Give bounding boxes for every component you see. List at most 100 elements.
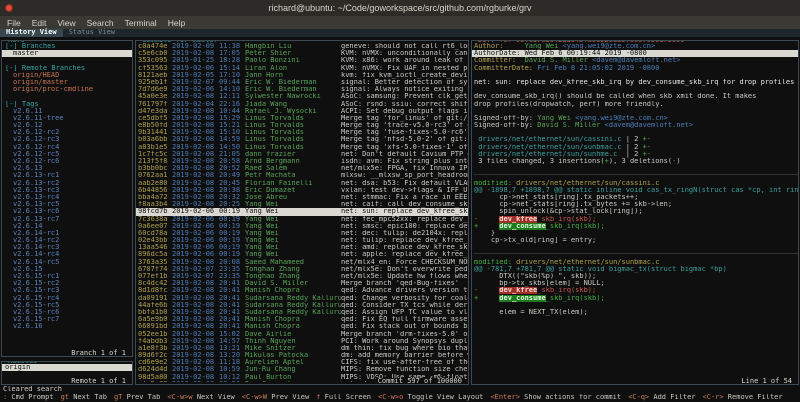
commit-row[interactable]: 7d7d6e92019-02-0614:10Eric W. Biedermans…	[136, 86, 468, 93]
help-binding[interactable]: <C-w>W Prev View	[242, 394, 309, 402]
ref-row[interactable]: v2.6.12-rc2	[2, 129, 132, 136]
ref-row[interactable]: v2.6.13-rc2	[2, 180, 132, 187]
commit-row[interactable]: 1c7fc5c2019-02-0821:05dann fraziernet: D…	[136, 151, 468, 158]
commit-row[interactable]: 98fcd7b2019-02-0600:19Yang Weinet: sun: …	[136, 208, 468, 215]
menu-file[interactable]: File	[7, 18, 21, 28]
tab-history-view[interactable]: History View	[0, 29, 63, 37]
ref-row[interactable]: v2.6.12	[2, 122, 132, 129]
help-binding[interactable]: <Enter> Show actions for commit	[490, 394, 621, 402]
commit-row[interactable]: 052ee1b2019-02-0815:02Dave AirlieMerge b…	[136, 331, 468, 338]
ref-row[interactable]: v2.6.11	[2, 108, 132, 115]
commit-row[interactable]: 45a0e3e2019-02-0812:11Sylwester Nawrocki…	[136, 93, 468, 100]
ref-row[interactable]: v2.6.16	[2, 323, 132, 330]
commit-row[interactable]: aab2e802019-02-0820:45Florian Fainelline…	[136, 180, 468, 187]
commit-row[interactable]: 8d1d8fc2019-02-0820:41Manish Chopraqed: …	[136, 287, 468, 294]
commit-row[interactable]: 8121aeb2019-02-0517:10Jann Hornkvm: fix …	[136, 72, 468, 79]
commit-row[interactable]: d47e3da2019-02-0810:44Rafael J. WysockiA…	[136, 108, 468, 115]
commit-row[interactable]: 89d6f2c2019-02-0813:20Mikulas Patockadm:…	[136, 352, 468, 359]
ref-row[interactable]: v2.6.15-rc6	[2, 309, 132, 316]
ref-row[interactable]: v2.6.14-rc4	[2, 251, 132, 258]
commit-row[interactable]: 6b448562019-02-0820:38Eric Dumazetvxlan:…	[136, 187, 468, 194]
ref-row[interactable]: origin/master	[2, 79, 132, 86]
ref-section-header[interactable]: [-] Branches	[2, 43, 132, 50]
ref-row[interactable]: v2.6.13-rc7	[2, 216, 132, 223]
commit-row[interactable]: f8aa3b42019-02-0820:25Yang Weinet: caif:…	[136, 201, 468, 208]
commit-row[interactable]: 7c3638a2019-02-0600:19Yang Weinet: fec_m…	[136, 216, 468, 223]
ref-row[interactable]: v2.6.14	[2, 223, 132, 230]
ref-row[interactable]: master	[2, 50, 132, 57]
help-binding[interactable]: <C-w>o Toggle View Layout	[378, 394, 483, 402]
ref-row[interactable]: v2.6.15	[2, 266, 132, 273]
ref-row[interactable]: v2.6.14-rc5	[2, 259, 132, 266]
close-button[interactable]	[5, 4, 13, 12]
ref-row[interactable]: v2.6.12-rc5	[2, 151, 132, 158]
commit-row[interactable]: 8c4dc422019-02-0820:41David S. MillerMer…	[136, 280, 468, 287]
commit-row[interactable]: cd6e9e22019-02-0811:18Aurelien AptelCIFS…	[136, 359, 468, 366]
commit-row[interactable]: 9b314412019-02-0815:10Linus TorvaldsMerg…	[136, 129, 468, 136]
help-binding[interactable]: <C-q> Add Filter	[628, 394, 695, 402]
commit-row[interactable]: c0a474e2019-02-0911:38Hangbin Liugeneve:…	[136, 43, 468, 50]
commit-row[interactable]: 353c0952019-01-2518:28Paolo BonziniKVM: …	[136, 57, 468, 64]
menu-search[interactable]: Search	[87, 18, 114, 28]
ref-row[interactable]: v2.6.15-rc7	[2, 316, 132, 323]
commit-row[interactable]: 02e43bb2019-02-0600:19Yang Weinet: tulip…	[136, 237, 468, 244]
commit-row[interactable]: b3bb0bc2019-02-0820:52Raed Salemnet/mlx5…	[136, 165, 468, 172]
commit-row[interactable]: 761797f2019-02-0422:16Jiada WangASoC: rs…	[136, 101, 468, 108]
ref-row[interactable]: v2.6.14-rc2	[2, 237, 132, 244]
commit-row[interactable]: 6a5e9b02019-02-0820:41Manish Chopraqed: …	[136, 316, 468, 323]
commit-row[interactable]: b03a6bb2019-02-0814:59Linus TorvaldsMerg…	[136, 136, 468, 143]
commit-row[interactable]: 44afe6b2019-02-0820:41Sudarsana Reddy Ka…	[136, 302, 468, 309]
commit-row[interactable]: 13aa5462019-02-0600:19Yang Weinet: amd: …	[136, 244, 468, 251]
help-binding[interactable]: <C-r> Remove Filter	[703, 394, 783, 402]
ref-row[interactable]: v2.6.13-rc6	[2, 208, 132, 215]
commit-row[interactable]: 3763a352019-02-0820:08Saeed Mahameednet/…	[136, 259, 468, 266]
ref-row[interactable]: v2.6.13	[2, 165, 132, 172]
help-binding[interactable]: gT Prev Tab	[114, 394, 160, 402]
commit-row[interactable]: 896dc5a2019-02-0600:19Yang Weinet: apple…	[136, 251, 468, 258]
ref-row[interactable]: v2.6.15-rc1	[2, 273, 132, 280]
help-binding[interactable]: gt Next Tab	[61, 394, 107, 402]
ref-row[interactable]: origin/proc-cmdline	[2, 86, 132, 93]
commit-row[interactable]: c5e6cb02019-02-0817:05Peter ShierKVM: nV…	[136, 50, 468, 57]
ref-row[interactable]: v2.6.13-rc1	[2, 172, 132, 179]
ref-row[interactable]: v2.6.15-rc3	[2, 287, 132, 294]
ref-row[interactable]: v2.6.13-rc4	[2, 194, 132, 201]
commit-row[interactable]: bbfa1b02019-02-0820:41Sudarsana Reddy Ka…	[136, 309, 468, 316]
commit-row[interactable]: ce5dbf52019-02-0815:29Linus TorvaldsMerg…	[136, 115, 468, 122]
ref-row[interactable]: origin/HEAD	[2, 72, 132, 79]
help-binding[interactable]: : Cmd Prompt	[3, 394, 54, 402]
help-binding[interactable]: <C-w>w Next View	[167, 394, 234, 402]
ref-row[interactable]: v2.6.15-rc5	[2, 302, 132, 309]
ref-row[interactable]: v2.6.12-rc4	[2, 144, 132, 151]
ref-section-header[interactable]: [-] Remote Branches	[2, 65, 132, 72]
ref-row[interactable]: v2.6.15-rc2	[2, 280, 132, 287]
menu-terminal[interactable]: Terminal	[125, 18, 157, 28]
ref-row[interactable]: v2.6.12-rc3	[2, 136, 132, 143]
commit-row[interactable]: a03b1e52019-02-0814:50Linus TorvaldsMerg…	[136, 144, 468, 151]
menu-edit[interactable]: Edit	[32, 18, 47, 28]
ref-row[interactable]: v2.6.13-rc5	[2, 201, 132, 208]
commit-row[interactable]: 60cd78a2019-02-0600:19Yang Weinet: dec: …	[136, 230, 468, 237]
commit-row[interactable]: bba4a722019-02-0820:32Jose Abreunet: stm…	[136, 194, 468, 201]
menu-view[interactable]: View	[57, 18, 75, 28]
ref-row[interactable]: v2.6.14-rc3	[2, 244, 132, 251]
commit-row[interactable]: 925eb1f2019-02-0709:44Eric W. Biedermans…	[136, 79, 468, 86]
menu-help[interactable]: Help	[168, 18, 185, 28]
commit-row[interactable]: a1e8f3b2019-02-0813:21Mike Snitzerdm thi…	[136, 345, 468, 352]
commit-row[interactable]: f4abdb32019-02-0814:57Thinh NguyenPCI: W…	[136, 338, 468, 345]
commit-row[interactable]: d624d4d2019-02-0810:59Jun-Ru ChangMIPS: …	[136, 366, 468, 373]
ref-row[interactable]: v2.6.13-rc3	[2, 187, 132, 194]
commit-row[interactable]: 6707f742019-02-0723:35Tonghao Zhangnet/m…	[136, 266, 468, 273]
commit-row[interactable]: 66091bd2019-02-0820:41Manish Chopraqed: …	[136, 323, 468, 330]
commit-row[interactable]: 0a6ee072019-02-0600:19Yang Weinet: smsc:…	[136, 223, 468, 230]
tab-status-view[interactable]: Status View	[63, 29, 121, 37]
ref-row[interactable]: v2.6.12-rc6	[2, 158, 132, 165]
help-binding[interactable]: f Full Screen	[316, 394, 371, 402]
commit-row[interactable]: 0762aa12019-02-0820:49Petr Machatamlxsw:…	[136, 172, 468, 179]
commit-row[interactable]: cf535632019-02-0615:14Liran AlonKVM: nVM…	[136, 65, 468, 72]
commit-row[interactable]: e8b50fd2019-02-0815:21Linus TorvaldsMerg…	[136, 122, 468, 129]
commit-row[interactable]: da091912019-02-0820:41Sudarsana Reddy Ka…	[136, 295, 468, 302]
ref-row[interactable]: v2.6.15-rc4	[2, 295, 132, 302]
commit-row[interactable]: 213f5f82019-02-0820:58Arnd Bergmannisdn:…	[136, 158, 468, 165]
commit-row[interactable]: 077ef1b2019-02-0723:35Tonghao Zhangnet/m…	[136, 273, 468, 280]
